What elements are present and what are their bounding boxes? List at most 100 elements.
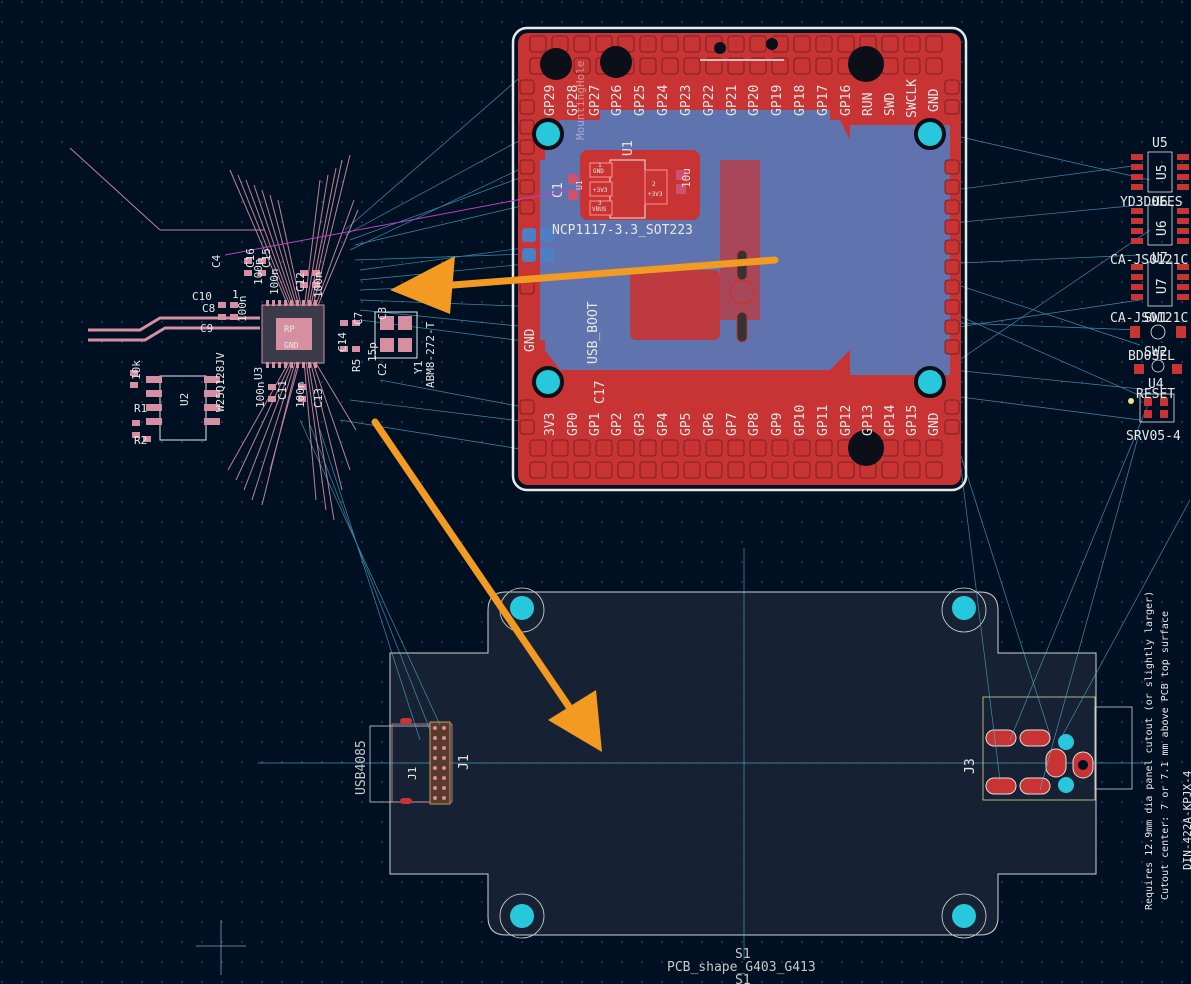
pin-label-bottom-17: GND	[927, 412, 942, 436]
label-c17: C17	[593, 381, 608, 404]
pin-label-bottom-12: GP11	[816, 405, 831, 436]
label-r1: R1	[134, 402, 147, 415]
label-regulator: NCP1117-3.3_SOT223	[552, 223, 693, 238]
label-n100-c: 100n	[312, 272, 325, 299]
label-s1-bottom: S1	[735, 973, 751, 984]
label-c13: C13	[312, 388, 325, 408]
pin-label-top-15: SWD	[883, 92, 898, 116]
label-u1-small: U1	[575, 180, 584, 190]
label-n100-d: 100n	[254, 382, 267, 409]
label-pin2: 2	[652, 181, 656, 188]
pin-label-bottom-13: GP12	[839, 405, 854, 436]
label-c11: C11	[276, 380, 289, 400]
label-u5: U5	[1152, 136, 1168, 151]
label-usb-boot: USB_BOOT	[586, 301, 601, 364]
pin-label-top-13: GP16	[839, 85, 854, 116]
pin-label-bottom-6: GP5	[679, 413, 694, 436]
pin-label-top-4: GP25	[633, 85, 648, 116]
pin-label-bottom-15: GP14	[883, 405, 898, 436]
module-board[interactable]: GP29 GP28 GP27 GP26 GP25 GP24 GP23 GP22 …	[511, 26, 968, 492]
label-pin1: 1	[598, 162, 602, 169]
pin-label-top-10: GP19	[770, 85, 785, 116]
label-c7: C7	[352, 312, 365, 325]
pin-label-top-7: GP22	[702, 85, 717, 116]
label-mounting-hole: MountingHole	[574, 61, 587, 140]
label-r5: R5	[350, 359, 363, 372]
label-u2: U2	[178, 393, 191, 406]
pin-label-bottom-1: GP0	[566, 413, 581, 436]
pin-label-bottom-4: GP3	[633, 413, 648, 436]
label-sw1: SW1	[1144, 311, 1167, 326]
label-n100-f: 100n	[236, 296, 249, 323]
label-c9: C9	[200, 322, 213, 335]
pin-label-bottom-2: GP1	[588, 413, 603, 436]
label-c4: C4	[210, 254, 223, 268]
pin-label-top-3: GP26	[610, 85, 625, 116]
pin-label-bottom-7: GP6	[702, 413, 717, 436]
label-u1: U1	[621, 140, 636, 156]
pin-label-top-9: GP20	[747, 85, 762, 116]
label-cap-val: 10u	[680, 168, 693, 188]
label-usb4085: USB4085	[354, 740, 369, 795]
note-panel-cutout: Requires 12.9mm dia panel cutout (or sli…	[1144, 591, 1155, 910]
label-reset: RESET	[1136, 387, 1175, 402]
label-rp: RP	[284, 325, 295, 335]
pin-label-top-5: GP24	[656, 85, 671, 116]
label-gnd-side: GND	[523, 328, 538, 352]
label-j1: J1	[457, 754, 472, 770]
label-n100-e: 100n	[294, 382, 307, 409]
label-sw2: SW2	[1144, 345, 1167, 360]
pin-label-top-2: GP27	[588, 85, 603, 116]
label-flash: W25Q128JV	[214, 352, 227, 412]
label-u7: U7	[1152, 251, 1168, 266]
label-r2: R2	[134, 434, 147, 447]
label-c14: C14	[336, 332, 349, 352]
pin-label-top-14: RUN	[861, 93, 876, 116]
pin-label-bottom-3: GP2	[610, 413, 625, 436]
label-u5-side: U5	[1155, 164, 1170, 180]
label-u3: U3	[252, 367, 265, 380]
label-j3: J3	[963, 758, 978, 774]
label-srv: SRV05-4	[1126, 429, 1181, 444]
label-u7-side: U7	[1155, 278, 1170, 294]
pin-label-bottom-9: GP8	[747, 413, 762, 436]
label-reg-gnd: GND	[593, 168, 604, 175]
label-c8: C8	[202, 302, 215, 315]
pin-label-bottom-10: GP9	[770, 413, 785, 436]
label-c12: C12	[294, 272, 307, 292]
label-u6: U6	[1152, 195, 1168, 210]
label-reg-3v3: +3V3	[593, 187, 608, 194]
pin-label-top-6: GP23	[679, 85, 694, 116]
label-ca1: CA-JS0121C	[1110, 253, 1188, 268]
label-c1: C1	[551, 182, 566, 198]
label-reg-pin2: +3V3	[648, 191, 663, 198]
label-c3: C3	[376, 307, 389, 320]
label-gnd-chip: GND	[284, 341, 299, 350]
note-cutout-center: Cutout center: 7 or 7.1 mm above PCB top…	[1160, 611, 1171, 900]
pin-label-bottom-11: GP10	[793, 405, 808, 436]
label-j1-silk: J1	[406, 767, 419, 780]
label-r10k: 10k	[130, 360, 143, 380]
label-pin3: 3	[598, 200, 602, 207]
label-y1-val: ABM8-272-T	[424, 321, 437, 388]
pin-label-top-12: GP17	[816, 85, 831, 116]
pin-label-top-17: GND	[927, 88, 942, 112]
pin-label-top-11: GP18	[793, 85, 808, 116]
pin-label-top-0: GP29	[543, 85, 558, 116]
label-din: DIN-422A-KPJX-4	[1181, 770, 1191, 870]
pin-label-bottom-5: GP4	[656, 412, 671, 436]
enclosure-outline	[389, 591, 1097, 936]
label-n15p: 15p	[366, 342, 379, 362]
label-reg-vbus: VBUS	[592, 206, 607, 213]
pin-label-bottom-8: GP7	[725, 413, 740, 436]
label-n100-a: 100n	[252, 259, 265, 286]
pcb-editor-canvas[interactable]: USB4085 J1 J1 J3 S1 PCB_shape_G403_G413 …	[0, 0, 1191, 984]
pin-label-top-16: SWCLK	[905, 79, 920, 118]
pin-label-bottom-16: GP15	[905, 405, 920, 436]
label-c2: C2	[376, 363, 389, 376]
label-n100-b: 100n	[268, 269, 281, 296]
pin-label-bottom-14: GP13	[861, 405, 876, 436]
pin-label-top-8: GP21	[725, 85, 740, 116]
label-u6-side: U6	[1155, 220, 1170, 236]
pin-label-bottom-0: 3V3	[543, 413, 558, 436]
